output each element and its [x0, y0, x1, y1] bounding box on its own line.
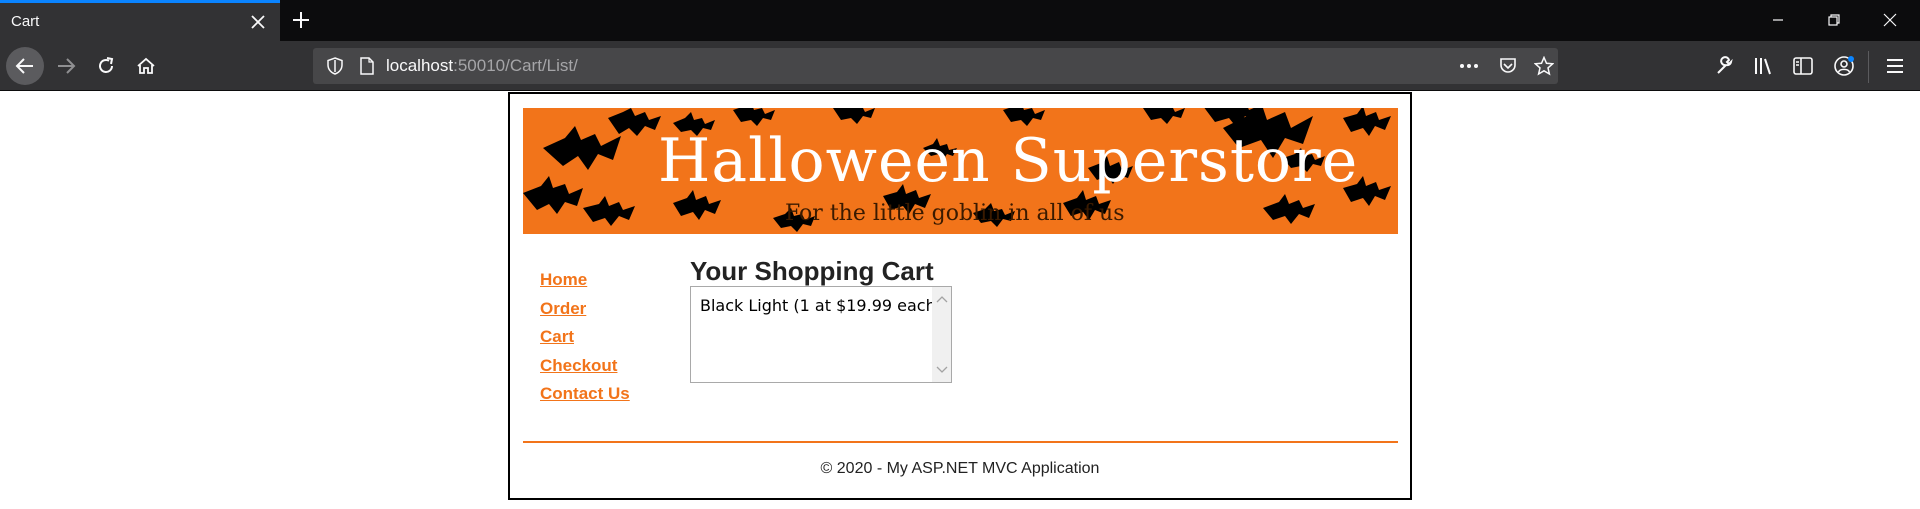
browser-toolbar: localhost:50010/Cart/List/	[0, 41, 1920, 91]
url-text[interactable]: localhost:50010/Cart/List/	[386, 56, 578, 76]
library-icon[interactable]	[1749, 51, 1779, 81]
reload-icon	[99, 57, 114, 73]
side-nav: Home Order Cart Checkout Contact Us	[540, 270, 630, 413]
toolbar-separator	[1868, 51, 1869, 83]
menu-icon[interactable]	[1880, 51, 1910, 81]
minimize-icon[interactable]	[1758, 5, 1798, 35]
nav-link-order[interactable]: Order	[540, 299, 630, 328]
scroll-down-icon[interactable]	[936, 361, 948, 379]
page-actions-icon[interactable]	[1455, 52, 1483, 80]
pocket-icon[interactable]	[1494, 52, 1522, 80]
nav-link-contact-us[interactable]: Contact Us	[540, 384, 630, 413]
listbox-scrollbar[interactable]	[932, 287, 951, 382]
forward-arrow-icon	[58, 58, 76, 74]
banner-title: Halloween Superstore	[658, 126, 1359, 196]
footer-copyright: © 2020 - My ASP.NET MVC Application	[820, 460, 1100, 477]
nav-link-checkout[interactable]: Checkout	[540, 356, 630, 385]
address-bar[interactable]: localhost:50010/Cart/List/	[313, 48, 1558, 84]
active-tab[interactable]: Cart	[0, 0, 280, 41]
tab-title: Cart	[11, 13, 40, 30]
footer-divider	[523, 441, 1398, 443]
url-path: :50010/Cart/List/	[453, 56, 578, 75]
page-container: Halloween Superstore For the little gobl…	[508, 92, 1412, 500]
bookmark-star-icon[interactable]	[1530, 52, 1558, 80]
nav-link-cart[interactable]: Cart	[540, 327, 630, 356]
window-close-icon[interactable]	[1870, 5, 1910, 35]
tracking-protection-icon[interactable]	[321, 52, 349, 80]
account-icon[interactable]	[1829, 51, 1859, 81]
forward-button[interactable]	[47, 47, 85, 85]
wrench-icon[interactable]	[1710, 51, 1740, 81]
cart-listbox[interactable]: Black Light (1 at $19.99 each)	[690, 286, 952, 383]
new-tab-icon[interactable]	[288, 7, 314, 33]
banner: Halloween Superstore For the little gobl…	[523, 108, 1398, 234]
page-title: Your Shopping Cart	[690, 256, 934, 286]
back-arrow-icon	[15, 58, 33, 74]
nav-link-home[interactable]: Home	[540, 270, 630, 299]
url-host: localhost	[386, 56, 454, 75]
close-tab-icon[interactable]	[245, 9, 271, 35]
tab-strip: Cart	[0, 0, 1920, 41]
restore-icon[interactable]	[1814, 5, 1854, 35]
scroll-up-icon[interactable]	[936, 290, 948, 308]
banner-subtitle: For the little goblin in all of us	[785, 201, 1125, 226]
home-button[interactable]	[127, 47, 165, 85]
reload-button[interactable]	[87, 47, 125, 85]
cart-list-item[interactable]: Black Light (1 at $19.99 each)	[700, 296, 942, 315]
sidebar-icon[interactable]	[1788, 51, 1818, 81]
page-info-icon[interactable]	[353, 52, 381, 80]
back-button[interactable]	[6, 47, 44, 85]
home-icon	[137, 57, 155, 74]
